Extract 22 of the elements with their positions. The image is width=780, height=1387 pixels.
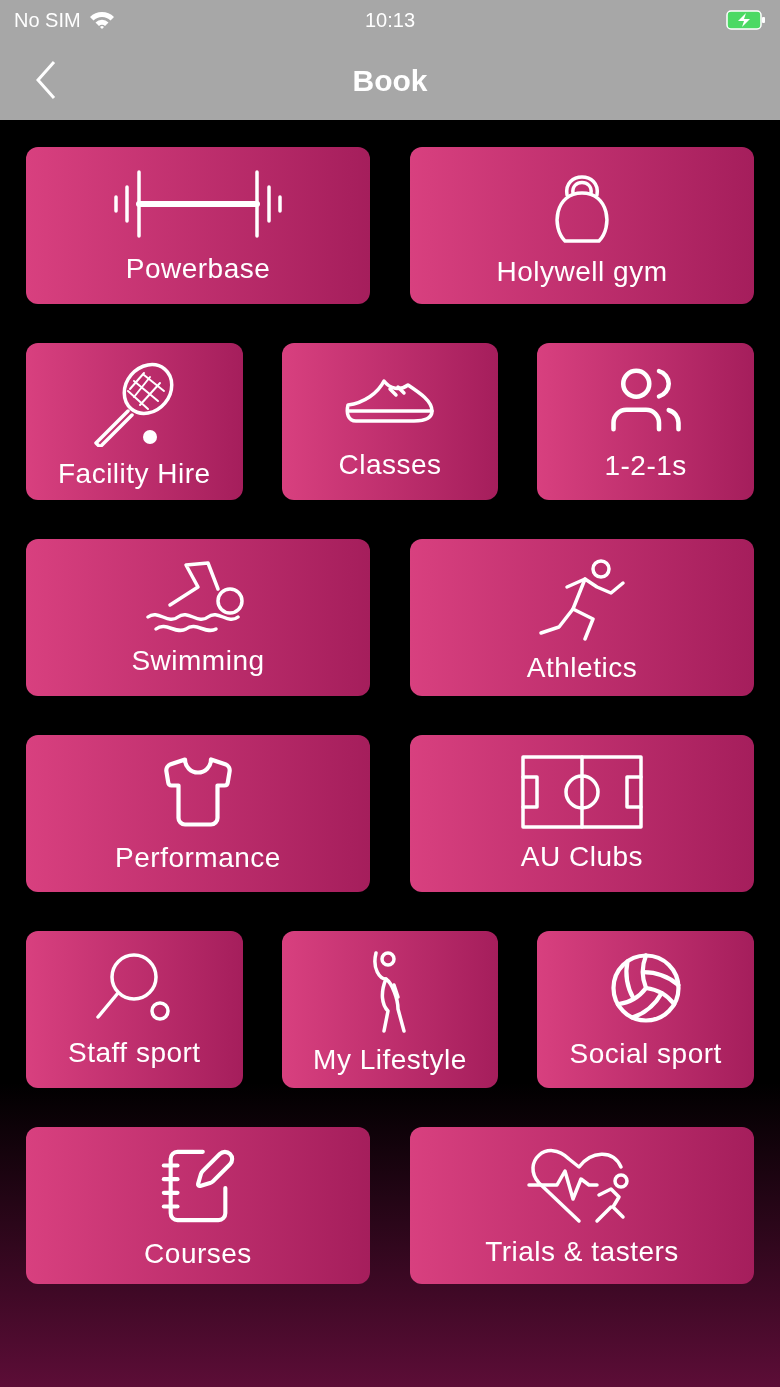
carrier-label: No SIM	[14, 8, 81, 33]
battery-charging-icon	[726, 10, 766, 30]
pitch-icon	[521, 754, 643, 829]
category-tile[interactable]: Holywell gym	[410, 147, 754, 304]
category-tile[interactable]: Athletics	[410, 539, 754, 696]
category-tile[interactable]: Staff sport	[26, 931, 243, 1088]
barbell-icon	[113, 168, 283, 239]
category-tile[interactable]: Social sport	[537, 931, 754, 1088]
category-tile[interactable]: Trials & tasters	[410, 1127, 754, 1284]
page-title: Book	[352, 62, 428, 99]
category-tile[interactable]: Swimming	[26, 539, 370, 696]
status-time: 10:13	[364, 8, 416, 33]
runner-icon	[537, 557, 627, 641]
category-tile[interactable]: Classes	[281, 343, 499, 500]
category-tile[interactable]: AU Clubs	[410, 735, 754, 892]
category-tile[interactable]: My Lifestyle	[281, 931, 499, 1088]
category-tile[interactable]: Performance	[26, 735, 370, 892]
category-tile[interactable]: 1-2-1s	[537, 343, 754, 500]
category-tile[interactable]: Facility Hire	[26, 343, 243, 500]
wifi-icon	[88, 10, 115, 30]
category-tile[interactable]: Courses	[26, 1127, 370, 1284]
category-tile[interactable]: Powerbase	[26, 147, 370, 304]
